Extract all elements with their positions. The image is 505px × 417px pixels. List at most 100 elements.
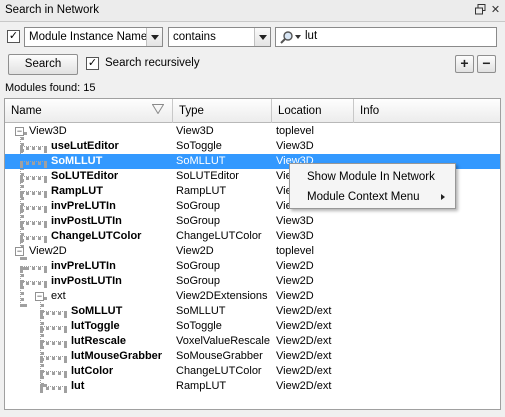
table-row[interactable]: invPostLUTIn SoGroup View3D: [5, 214, 500, 229]
collapse-icon[interactable]: −: [15, 247, 24, 256]
cell-location: toplevel: [276, 125, 314, 137]
operator-combo-value: contains: [173, 31, 216, 43]
cell-type: ChangeLUTColor: [176, 230, 262, 242]
submenu-arrow-icon: [441, 194, 445, 200]
tree-guide-line: [20, 161, 47, 165]
cell-name: SoMLLUT: [71, 305, 123, 317]
table-row[interactable]: invPostLUTIn SoGroup View2D: [5, 274, 500, 289]
cell-name: ChangeLUTColor: [51, 230, 142, 242]
cell-location: View3D: [276, 230, 314, 242]
table-row[interactable]: SoMLLUT SoMLLUT View2D/ext: [5, 304, 500, 319]
column-header-name[interactable]: Name: [5, 99, 173, 123]
collapse-icon[interactable]: −: [15, 127, 24, 136]
recursive-checkbox[interactable]: ✓: [86, 57, 99, 70]
cell-name: SoMLLUT: [51, 155, 103, 167]
table-row[interactable]: lutColor ChangeLUTColor View2D/ext: [5, 364, 500, 379]
cell-type: SoMouseGrabber: [176, 350, 263, 362]
close-icon[interactable]: ✕: [489, 4, 502, 17]
cell-name: invPostLUTIn: [51, 215, 122, 227]
cell-type: VoxelValueRescale: [176, 335, 270, 347]
column-header-type[interactable]: Type: [173, 99, 272, 123]
menu-item-module-context-menu[interactable]: Module Context Menu: [290, 187, 455, 207]
cell-type: SoMLLUT: [176, 305, 226, 317]
table-row[interactable]: lutToggle SoToggle View2D/ext: [5, 319, 500, 334]
cell-location: View2D/ext: [276, 305, 332, 317]
chevron-down-icon: [146, 28, 162, 46]
tree-guide-line: [20, 191, 47, 195]
tree-guide-line: [40, 356, 67, 360]
recursive-label: Search recursively: [105, 57, 200, 69]
cell-location: View2D: [276, 260, 314, 272]
table-row[interactable]: lutMouseGrabber SoMouseGrabber View2D/ext: [5, 349, 500, 364]
cell-location: View2D/ext: [276, 320, 332, 332]
float-icon[interactable]: [474, 4, 487, 17]
cell-name: lutRescale: [71, 335, 127, 347]
search-query-field[interactable]: [275, 27, 497, 47]
search-button[interactable]: Search: [8, 54, 78, 75]
table-row[interactable]: invPreLUTIn SoGroup View2D: [5, 259, 500, 274]
cell-type: View2D: [176, 245, 214, 257]
cell-location: View2D/ext: [276, 365, 332, 377]
operator-combo[interactable]: contains: [168, 27, 271, 47]
cell-type: View2DExtensions: [176, 290, 268, 302]
cell-name: SoLUTEditor: [51, 170, 119, 182]
search-icon[interactable]: [279, 30, 295, 44]
tree-guide-line: [20, 146, 47, 150]
context-menu: Show Module In Network Module Context Me…: [289, 163, 456, 209]
table-row[interactable]: − View3D View3D toplevel: [5, 124, 500, 139]
tree-guide-line: [40, 386, 67, 390]
tree-guide-line: [40, 371, 67, 375]
attribute-checkbox[interactable]: ✓: [7, 30, 20, 43]
cell-type: SoGroup: [176, 215, 221, 227]
column-header-type-label: Type: [179, 105, 204, 117]
table-row[interactable]: ChangeLUTColor ChangeLUTColor View3D: [5, 229, 500, 244]
tree-guide-line: [20, 221, 47, 225]
cell-name: useLutEditor: [51, 140, 119, 152]
cell-type: RampLUT: [176, 380, 227, 392]
table-row[interactable]: − View2D View2D toplevel: [5, 244, 500, 259]
tree-guide-line: [20, 281, 47, 285]
cell-type: SoLUTEditor: [176, 170, 239, 182]
tree-guide-line: [20, 266, 47, 270]
collapse-icon[interactable]: −: [35, 292, 44, 301]
panel-titlebar: Search in Network ✕: [0, 0, 505, 22]
table-row[interactable]: useLutEditor SoToggle View3D: [5, 139, 500, 154]
table-row[interactable]: lut RampLUT View2D/ext: [5, 379, 500, 394]
results-tree[interactable]: Name Type Location Info − View3D View3D top…: [4, 98, 501, 410]
menu-item-show-module[interactable]: Show Module In Network: [290, 167, 455, 187]
cell-type: RampLUT: [176, 185, 227, 197]
sort-indicator-icon: [151, 104, 165, 115]
attribute-combo[interactable]: Module Instance Name: [24, 27, 163, 47]
cell-location: toplevel: [276, 245, 314, 257]
cell-location: View3D: [276, 215, 314, 227]
tree-guide-line: [40, 326, 67, 330]
cell-name: lutMouseGrabber: [71, 350, 163, 362]
cell-type: ChangeLUTColor: [176, 365, 262, 377]
cell-name: View3D: [29, 125, 67, 137]
table-row[interactable]: lutRescale VoxelValueRescale View2D/ext: [5, 334, 500, 349]
cell-name: lut: [71, 380, 85, 392]
column-header-location[interactable]: Location: [272, 99, 354, 123]
cell-location: View3D: [276, 140, 314, 152]
column-header-location-label: Location: [278, 105, 322, 117]
cell-name: lutToggle: [71, 320, 120, 332]
cell-type: SoMLLUT: [176, 155, 226, 167]
cell-type: SoGroup: [176, 275, 221, 287]
search-input[interactable]: [305, 30, 485, 42]
cell-location: View2D/ext: [276, 350, 332, 362]
cell-name: View2D: [29, 245, 67, 257]
cell-name: invPreLUTIn: [51, 200, 116, 212]
chevron-down-icon: [254, 28, 270, 46]
add-button[interactable]: +: [455, 55, 474, 73]
search-options-dropdown-icon[interactable]: [295, 35, 301, 39]
remove-button[interactable]: −: [477, 55, 496, 73]
tree-guide-line: [20, 236, 47, 240]
table-row[interactable]: − ext View2DExtensions View2D: [5, 289, 500, 304]
tree-guide-line: [20, 206, 47, 210]
cell-type: SoGroup: [176, 200, 221, 212]
cell-type: SoGroup: [176, 260, 221, 272]
tree-guide-line: [40, 341, 67, 345]
cell-name: RampLUT: [51, 185, 103, 197]
cell-name: lutColor: [71, 365, 114, 377]
column-header-info[interactable]: Info: [354, 99, 500, 123]
